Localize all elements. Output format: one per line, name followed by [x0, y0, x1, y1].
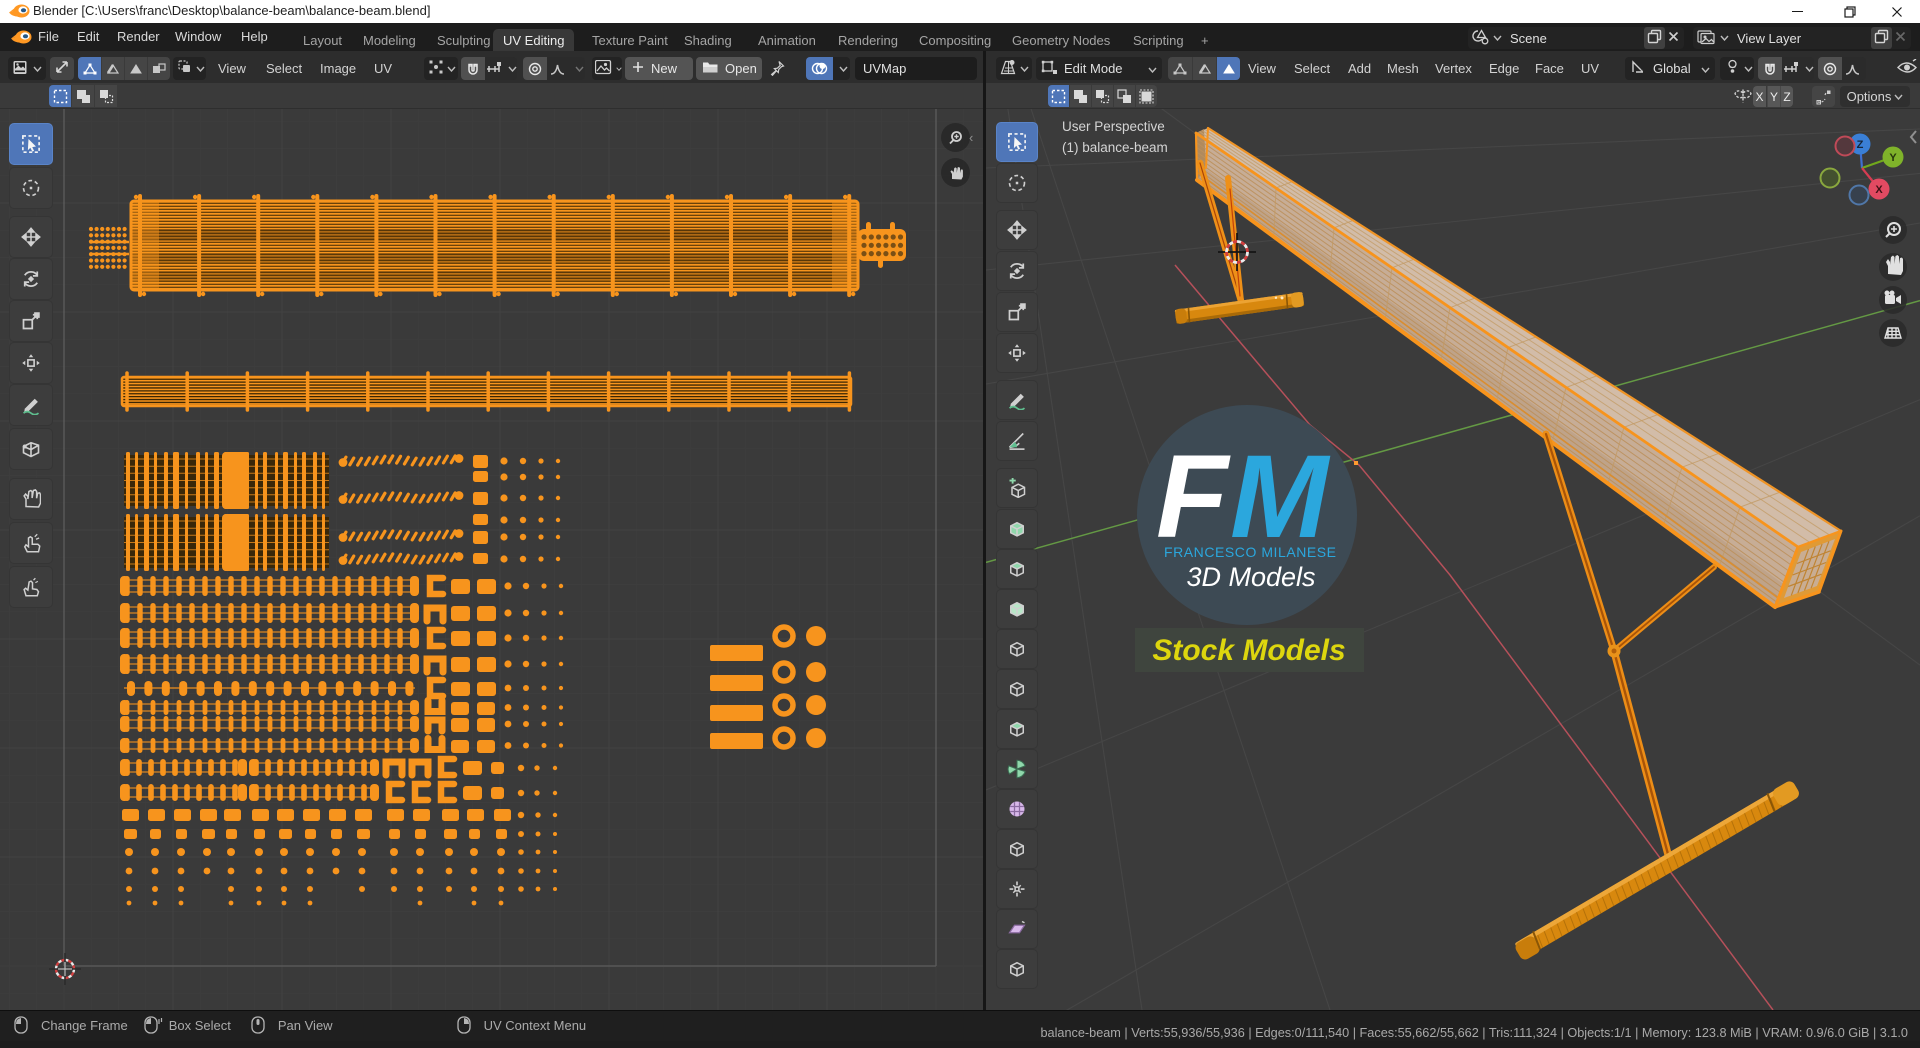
svg-text:(1) balance-beam: (1) balance-beam [1062, 140, 1168, 155]
svg-text:Y: Y [1889, 152, 1897, 164]
svg-text:FRANCESCO MILANESE: FRANCESCO MILANESE [1164, 544, 1336, 560]
svg-text:Stock Models: Stock Models [1152, 634, 1345, 667]
svg-text:User Perspective: User Perspective [1062, 119, 1165, 134]
svg-text:Z: Z [1857, 139, 1864, 151]
svg-text:3D Models: 3D Models [1186, 562, 1315, 592]
svg-text:X: X [1875, 184, 1883, 196]
